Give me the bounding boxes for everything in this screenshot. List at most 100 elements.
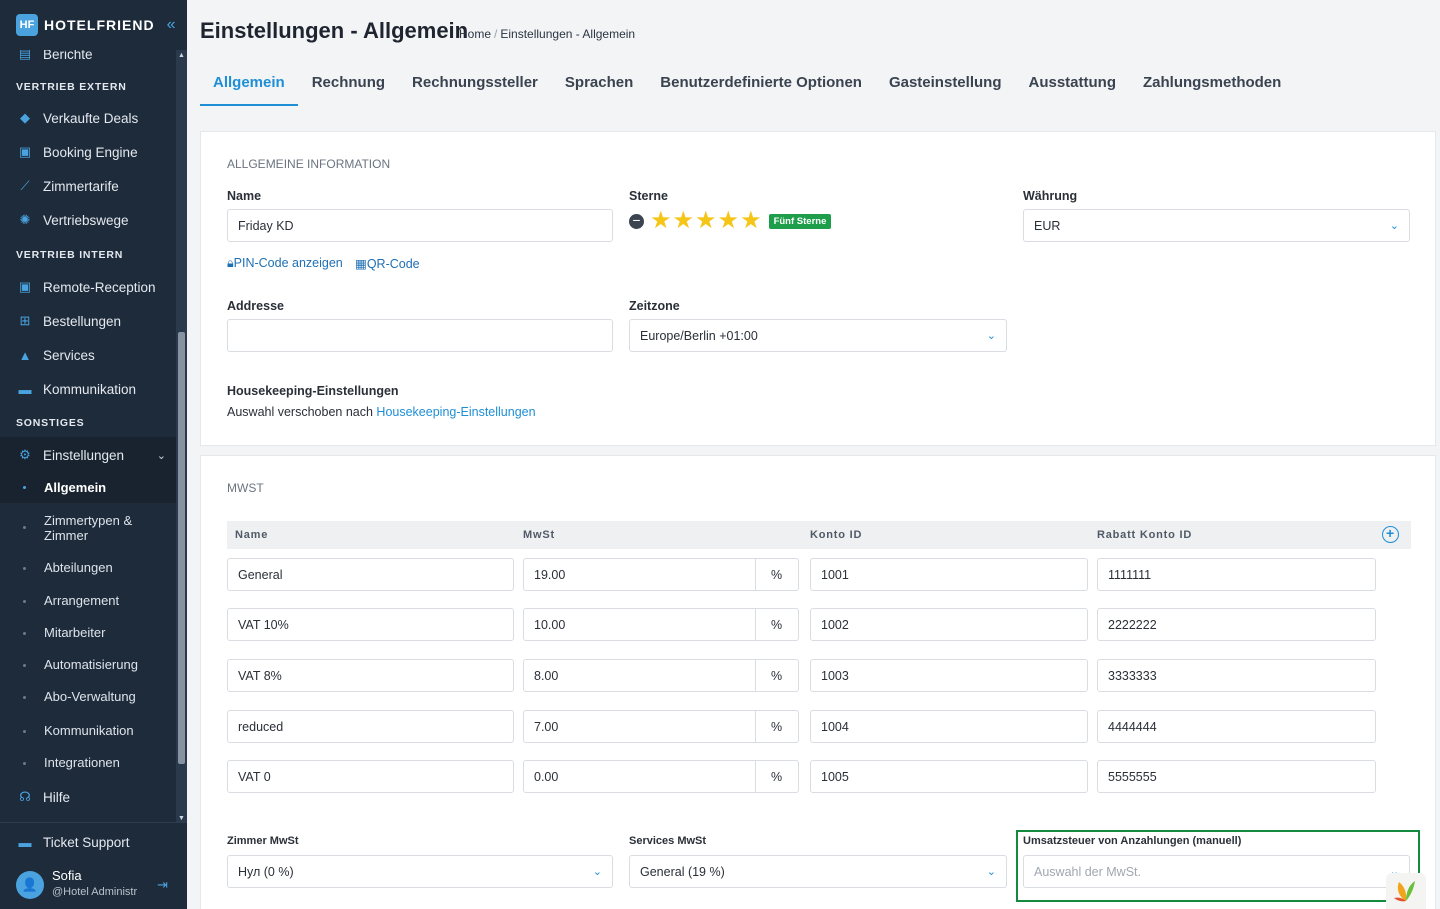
sidebar-scrollbar[interactable]: ▲ ▼ [176,50,187,822]
vat-rate-input[interactable]: 8.00 [523,659,756,692]
avatar[interactable]: 👤 [16,871,44,899]
tab-benutzerdefinierte-optionen[interactable]: Benutzerdefinierte Optionen [647,64,875,106]
sidebar-item-zimmertarife[interactable]: ⟋ Zimmertarife [0,176,176,196]
star-icon[interactable]: ★ [740,209,762,233]
sidebar-sub-integrationen[interactable]: Integrationen [0,755,176,773]
tab-ausstattung[interactable]: Ausstattung [1015,64,1129,106]
vat-rate-input[interactable]: 19.00 [523,558,756,591]
sidebar-sub-automatisierung[interactable]: Automatisierung [0,657,176,675]
sidebar-sub-allgemein[interactable]: Allgemein [0,473,176,503]
hotel-name-input[interactable]: Friday KD [227,209,613,242]
vat-rate-input[interactable]: 10.00 [523,608,756,641]
star-icon[interactable]: ★ [650,209,672,233]
sidebar-item-berichte[interactable]: ▤ Berichte [0,50,176,64]
tab-sprachen[interactable]: Sprachen [552,64,646,106]
headset-icon: ☊ [19,789,31,804]
sidebar-item-remote-reception[interactable]: ▣ Remote-Reception [0,277,176,297]
pin-code-link[interactable]: 🔒︎PIN-Code anzeigen [227,256,343,271]
general-info-card: ALLGEMEINE INFORMATION Name Friday KD St… [200,131,1436,446]
breadcrumb-home[interactable]: Home [459,27,491,41]
add-vat-icon[interactable]: + [1382,526,1399,543]
sidebar-item-verkaufte-deals[interactable]: ◆ Verkaufte Deals [0,108,176,128]
hotelfriend-logo-icon[interactable]: HF [16,14,38,36]
room-vat-label: Zimmer MwSt [227,835,299,847]
sidebar-sub-abo-verwaltung[interactable]: Abo-Verwaltung [0,689,176,707]
konto-id-input[interactable]: 1002 [810,608,1088,641]
section-vertrieb-extern: VERTRIEB EXTERN [16,81,127,93]
tab-allgemein[interactable]: Allgemein [200,64,298,106]
timezone-select[interactable]: Europe/Berlin +01:00 ⌄ [629,319,1007,352]
star-icon[interactable]: ★ [718,209,740,233]
scroll-down-icon[interactable]: ▼ [178,815,185,822]
tab-gasteinstellung[interactable]: Gasteinstellung [876,64,1015,106]
services-vat-select[interactable]: General (19 %) ⌄ [629,855,1007,888]
rabatt-konto-id-input[interactable]: 5555555 [1097,760,1376,793]
tab-rechnungssteller[interactable]: Rechnungssteller [399,64,551,106]
deposit-vat-placeholder: Auswahl der MwSt. [1034,864,1141,879]
tab-zahlungsmethoden[interactable]: Zahlungsmethoden [1130,64,1294,106]
qr-code-link[interactable]: ▦QR-Code [355,256,420,271]
vat-name-input[interactable]: reduced [227,710,514,743]
sidebar-sub-abteilungen[interactable]: Abteilungen [0,560,176,578]
sidebar-item-kommunikation[interactable]: ▬ Kommunikation [0,379,176,399]
logout-icon[interactable]: ⇥ [157,877,168,893]
vat-rate-input[interactable]: 7.00 [523,710,756,743]
sidebar-sub-label: Allgemein [44,480,107,495]
bullet-icon [23,664,26,667]
vat-name-input[interactable]: VAT 8% [227,659,514,692]
sidebar-sub-zimmertypen[interactable]: Zimmertypen & Zimmer [0,513,176,547]
konto-id-input[interactable]: 1004 [810,710,1088,743]
vat-name-input[interactable]: VAT 10% [227,608,514,641]
sidebar: HF HOTELFRIEND « ▤ Berichte VERTRIEB EXT… [0,0,187,909]
rabatt-konto-id-input[interactable]: 4444444 [1097,710,1376,743]
collapse-sidebar-icon[interactable]: « [167,16,176,34]
sidebar-sub-kommunikation[interactable]: Kommunikation [0,723,176,741]
konto-id-input[interactable]: 1003 [810,659,1088,692]
sidebar-item-hilfe[interactable]: ☊ Hilfe [0,787,176,807]
sidebar-sub-label: Abo-Verwaltung [44,689,136,704]
timezone-value: Europe/Berlin +01:00 [640,328,758,343]
scrollbar-thumb[interactable] [178,332,185,764]
user-role: @Hotel Administr [52,886,138,898]
konto-id-input[interactable]: 1005 [810,760,1088,793]
reception-icon: ▣ [18,279,32,294]
sidebar-item-ticket-support[interactable]: ▬ Ticket Support [0,832,176,852]
deposit-vat-select[interactable]: Auswahl der MwSt. ⌄ [1023,855,1410,888]
rabatt-konto-id-input[interactable]: 2222222 [1097,608,1376,641]
housekeeping-link[interactable]: Housekeeping-Einstellungen [376,405,535,419]
currency-label: Währung [1023,189,1078,203]
column-header: Rabatt Konto ID [1097,529,1193,541]
sidebar-item-booking-engine[interactable]: ▣ Booking Engine [0,142,176,162]
sidebar-menu: ▤ Berichte VERTRIEB EXTERN ◆ Verkaufte D… [0,50,176,822]
rabatt-konto-id-input[interactable]: 3333333 [1097,659,1376,692]
star-icon[interactable]: ★ [695,209,717,233]
currency-select[interactable]: EUR ⌄ [1023,209,1410,242]
sidebar-item-einstellungen[interactable]: ⚙ Einstellungen ⌄ [0,437,176,473]
brand-name[interactable]: HOTELFRIEND [44,17,155,33]
leaf-logo-icon[interactable] [1386,873,1426,909]
services-vat-label: Services MwSt [629,835,707,847]
services-vat-value: General (19 %) [640,864,725,879]
vat-name-input[interactable]: VAT 0 [227,760,514,793]
sidebar-sub-mitarbeiter[interactable]: Mitarbeiter [0,625,176,643]
housekeeping-note: Auswahl verschoben nach Housekeeping-Ein… [227,405,536,419]
sidebar-sub-arrangement[interactable]: Arrangement [0,593,176,611]
room-vat-select[interactable]: Нул (0 %) ⌄ [227,855,613,888]
remove-star-icon[interactable]: − [629,213,644,229]
vat-name-input[interactable]: General [227,558,514,591]
chevron-down-icon: ⌄ [592,866,602,878]
section-title: MWST [227,481,264,495]
sidebar-item-bestellungen[interactable]: ⊞ Bestellungen [0,311,176,331]
sidebar-item-services[interactable]: ▲ Services [0,345,176,365]
scroll-up-icon[interactable]: ▲ [178,52,185,59]
sidebar-item-label: Ticket Support [43,834,130,850]
address-input[interactable] [227,319,613,352]
konto-id-input[interactable]: 1001 [810,558,1088,591]
sidebar-item-vertriebswege[interactable]: ✺ Vertriebswege [0,210,176,230]
chevron-down-icon: ⌄ [986,866,996,878]
star-rating[interactable]: − ★ ★ ★ ★ ★ Fünf Sterne [629,209,832,233]
star-icon[interactable]: ★ [673,209,695,233]
tab-rechnung[interactable]: Rechnung [299,64,398,106]
vat-rate-input[interactable]: 0.00 [523,760,756,793]
rabatt-konto-id-input[interactable]: 1111111 [1097,558,1376,591]
